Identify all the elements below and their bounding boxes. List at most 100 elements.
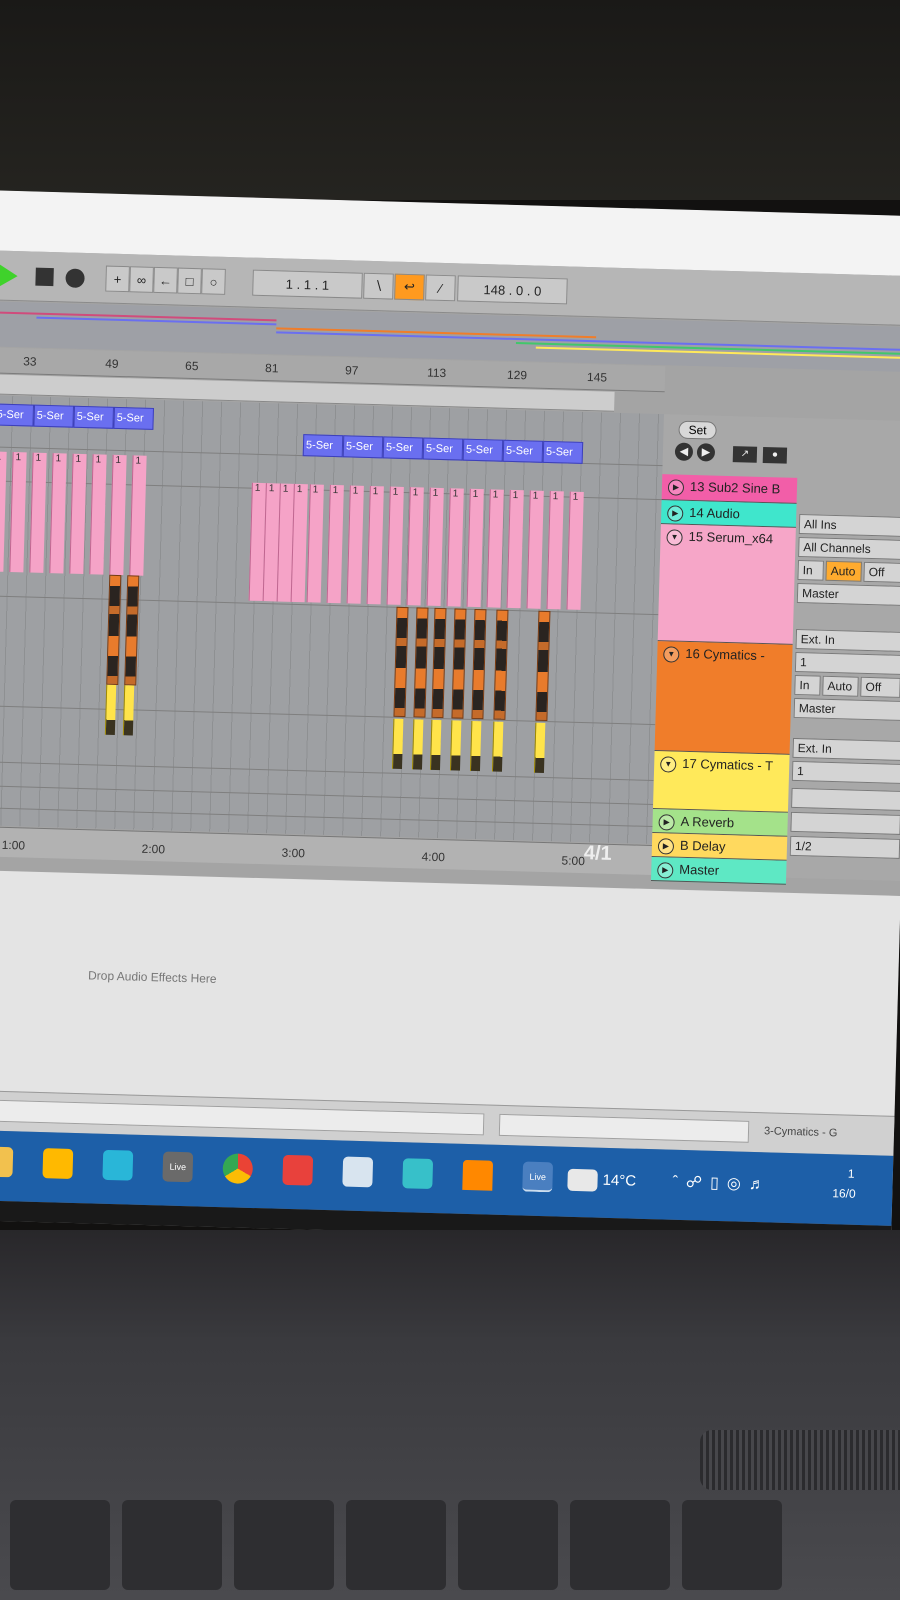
serum-monitor-auto[interactable]: Auto	[825, 560, 862, 582]
ruler-bar: 49	[105, 356, 119, 371]
serum-output-select[interactable]: Master	[796, 582, 900, 607]
track-name: 17 Cymatics - T	[682, 755, 774, 774]
track-headers: Set ◀ ▶ ↗ ● ▶ 13 Sub2 Sine B ▶ 14 Audio ▼ 15 …	[650, 414, 900, 885]
midi-clip-blue[interactable]: 5-Ser	[462, 438, 504, 462]
audio-clip-yellow[interactable]	[122, 685, 135, 736]
track-activator-icon[interactable]: ▶	[667, 479, 685, 496]
capture-icon[interactable]: □	[177, 267, 202, 295]
next-locator-icon[interactable]: ▶	[696, 443, 716, 462]
weather-icon[interactable]	[567, 1168, 598, 1192]
grid-zoom-indicator: 4/1	[583, 842, 613, 865]
lane-cymatics16	[0, 595, 659, 726]
midi-clip-blue[interactable]: 5-Ser	[382, 436, 424, 460]
serum-monitor-off[interactable]: Off	[863, 561, 900, 583]
serum-channel-select[interactable]: All Channels	[798, 536, 900, 561]
sync-icon[interactable]	[402, 1158, 434, 1190]
cym16-output-select[interactable]: Master	[793, 697, 900, 721]
master-output-select[interactable]: 1/2	[789, 835, 900, 859]
store-icon[interactable]	[42, 1148, 74, 1179]
cym17-channel-select[interactable]: 1	[791, 760, 900, 784]
loop-toggle-icon[interactable]: ↩	[394, 273, 425, 301]
lock-icon[interactable]: ●	[762, 446, 788, 464]
clock-time[interactable]: 1	[848, 1167, 855, 1181]
cym16-monitor-off[interactable]: Off	[860, 676, 900, 698]
ruler-bar: 145	[586, 370, 608, 385]
audio-clip-yellow[interactable]	[429, 719, 442, 771]
serum-monitor-in[interactable]: In	[797, 559, 824, 581]
midi-clip-blue[interactable]: 5-Ser	[73, 405, 114, 429]
system-tray-icons[interactable]: ˆ☍▯◎♬	[672, 1172, 773, 1195]
audio-clip-yellow[interactable]	[491, 721, 504, 772]
midi-clip-blue[interactable]: 5-Ser	[0, 403, 35, 427]
file-explorer-icon[interactable]	[0, 1146, 14, 1178]
time-mark: 2:00	[141, 841, 166, 857]
midi-clip-blue[interactable]: 5-Ser	[422, 437, 464, 461]
mail-icon[interactable]	[102, 1149, 134, 1181]
ableton-live-active-icon[interactable]: Live	[522, 1161, 554, 1193]
session-record-icon[interactable]: ○	[201, 268, 226, 295]
track-activator-icon[interactable]: ▼	[663, 646, 680, 663]
temperature[interactable]: 14°C	[602, 1172, 636, 1190]
punch-in-icon[interactable]: ∖	[363, 272, 394, 300]
network-app-icon[interactable]	[342, 1156, 374, 1188]
midi-clip-blue[interactable]: 5-Ser	[33, 404, 75, 428]
ableton-live-icon[interactable]: Live	[162, 1151, 194, 1183]
midi-clip-blue[interactable]: 5-Ser	[502, 439, 544, 463]
track-header[interactable]: ▼ 15 Serum_x64	[657, 524, 796, 645]
punch-out-icon[interactable]: ∕	[425, 274, 456, 302]
cym16-monitor-in[interactable]: In	[794, 674, 821, 696]
ruler-bar: 129	[506, 367, 528, 383]
arrangement-view[interactable]: 5-Ser 5-Ser 5-Ser 5-Ser 5-Ser 5-Ser 5-Ser 5-Ser…	[0, 394, 665, 845]
track-activator-icon[interactable]: ▶	[657, 862, 674, 879]
record-button[interactable]	[65, 268, 85, 288]
expand-icon[interactable]: ↗	[732, 446, 758, 463]
cym17-input-select[interactable]: Ext. In	[792, 737, 900, 761]
prev-locator-icon[interactable]: ◀	[674, 442, 694, 462]
track-header[interactable]: ▼ 16 Cymatics -	[654, 641, 793, 755]
vlc-icon[interactable]	[462, 1159, 494, 1191]
automation-arm-icon[interactable]: ∞	[129, 266, 154, 293]
reverb-io-field[interactable]	[791, 787, 900, 811]
screen: + ∞ ← □ ○ 1 . 1 . 1 ∖ ↩ ∕ 148 . 0 . 0 33…	[0, 190, 900, 1246]
delay-io-field[interactable]	[790, 811, 900, 835]
loop-start-field[interactable]: 148 . 0 . 0	[457, 275, 568, 305]
cym16-monitor-auto[interactable]: Auto	[822, 675, 859, 697]
recorder-icon[interactable]	[282, 1154, 314, 1186]
audio-clip-yellow[interactable]	[469, 720, 482, 772]
track-header[interactable]: ▶ 13 Sub2 Sine B	[661, 474, 798, 504]
track-name: A Reverb	[680, 813, 735, 831]
audio-clip-yellow[interactable]	[533, 722, 546, 773]
add-icon[interactable]: +	[105, 265, 130, 293]
monitor-bezel	[0, 0, 900, 200]
track-activator-icon[interactable]: ▶	[667, 505, 684, 522]
midi-clip-blue[interactable]: 5-Ser	[542, 440, 584, 464]
play-button[interactable]	[0, 264, 18, 288]
track-name: 16 Cymatics -	[685, 645, 765, 664]
track-activator-icon[interactable]: ▶	[658, 814, 675, 831]
song-position-field[interactable]: 1 . 1 . 1	[252, 269, 363, 299]
cym16-input-select[interactable]: Ext. In	[795, 628, 900, 653]
audio-clip-yellow[interactable]	[392, 718, 404, 770]
clock-date[interactable]: 16/0	[832, 1186, 856, 1201]
midi-clip-blue[interactable]: 5-Ser	[113, 406, 154, 430]
serum-input-select[interactable]: All Ins	[798, 514, 900, 538]
ruler-bar: 113	[426, 365, 447, 381]
track-header[interactable]: ▶ Master	[650, 857, 787, 885]
chrome-icon[interactable]	[222, 1153, 254, 1184]
cym16-channel-select[interactable]: 1	[794, 651, 900, 676]
track-activator-icon[interactable]: ▼	[660, 756, 677, 773]
midi-clip-blue[interactable]: 5-Ser	[302, 434, 344, 458]
track-activator-icon[interactable]: ▶	[657, 838, 675, 855]
audio-clip-yellow[interactable]	[411, 719, 424, 770]
track-header[interactable]: ▼ 17 Cymatics - T	[652, 751, 790, 813]
set-button[interactable]: Set	[678, 420, 717, 440]
track-activator-icon[interactable]: ▼	[666, 529, 683, 546]
stop-button[interactable]	[35, 267, 54, 287]
status-field-right	[498, 1113, 750, 1143]
midi-clip-blue[interactable]: 5-Ser	[342, 435, 384, 459]
photo-scene: + ∞ ← □ ○ 1 . 1 . 1 ∖ ↩ ∕ 148 . 0 . 0 33…	[0, 0, 900, 1600]
audio-clip-yellow[interactable]	[104, 684, 117, 735]
back-to-arrangement-icon[interactable]: ←	[153, 266, 178, 294]
time-mark: 4:00	[421, 849, 446, 865]
audio-clip-yellow[interactable]	[449, 720, 462, 771]
